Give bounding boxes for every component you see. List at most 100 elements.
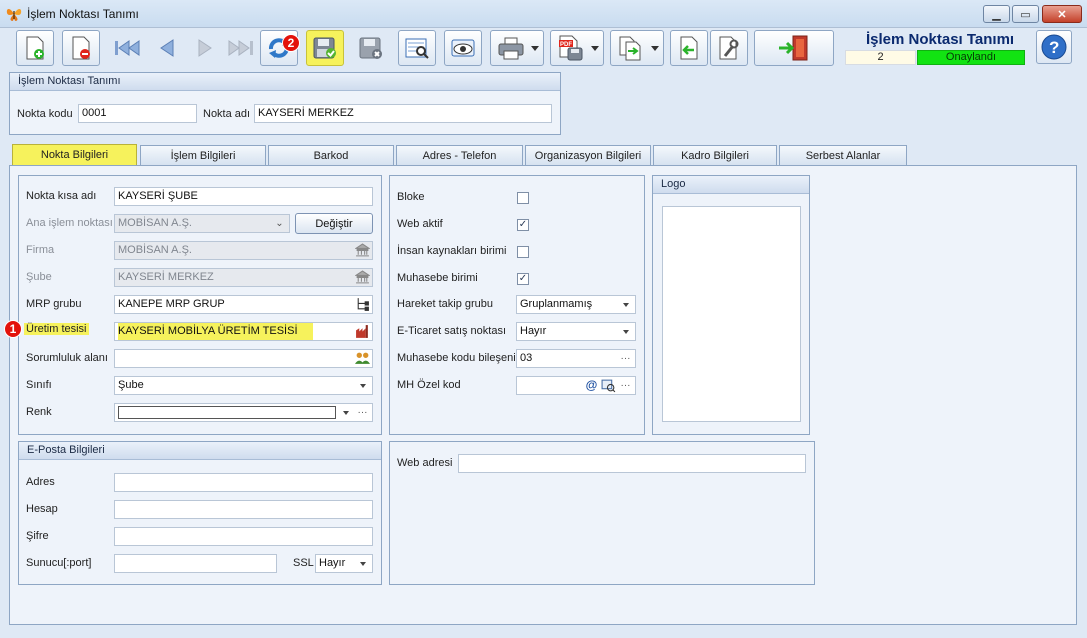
production-field[interactable]: KAYSERİ MOBİLYA ÜRETİM TESİSİ: [114, 322, 373, 341]
search-list-icon[interactable]: [601, 378, 616, 393]
settings-button[interactable]: [710, 30, 748, 66]
next-record-button[interactable]: [186, 30, 224, 66]
step-1-badge: 1: [4, 320, 22, 338]
email-account-label: Hesap: [26, 503, 58, 515]
ecommerce-label: E-Ticaret satış noktası: [397, 325, 507, 337]
last-record-icon: [228, 40, 253, 56]
point-code-label: Nokta kodu: [17, 108, 73, 120]
dropdown-arrow-icon: [355, 556, 370, 571]
email-address-field[interactable]: [114, 473, 373, 492]
tree-icon[interactable]: [355, 297, 370, 312]
web-active-checkbox[interactable]: ✓: [517, 219, 529, 231]
production-label: Üretim tesisi: [24, 323, 89, 335]
hr-unit-checkbox[interactable]: [517, 246, 529, 258]
close-button[interactable]: ✕: [1042, 5, 1082, 23]
web-address-label: Web adresi: [397, 457, 453, 469]
cancel-save-button[interactable]: [352, 30, 390, 66]
chevron-down-icon: [531, 46, 539, 51]
minimize-button[interactable]: ▁: [983, 5, 1010, 23]
accounting-code-field[interactable]: 03 ···: [516, 349, 636, 368]
title-bar: İşlem Noktası Tanımı ▁ ▭ ✕: [0, 0, 1087, 28]
more-icon[interactable]: ···: [355, 405, 370, 420]
change-button[interactable]: Değiştir: [295, 213, 373, 234]
tab-serbest-alanlar[interactable]: Serbest Alanlar: [779, 145, 907, 165]
dropdown-arrow-icon: [355, 378, 370, 393]
tab-kadro-bilgileri[interactable]: Kadro Bilgileri: [653, 145, 777, 165]
accounting-unit-checkbox[interactable]: ✓: [517, 273, 529, 285]
dropdown-arrow-icon: [618, 324, 633, 339]
movement-group-select[interactable]: Gruplanmamış: [516, 295, 636, 314]
users-icon[interactable]: [355, 351, 370, 366]
dropdown-arrow-icon[interactable]: [338, 405, 353, 420]
web-active-label: Web aktif: [397, 218, 443, 230]
minimize-icon: ▁: [992, 8, 1001, 21]
responsibility-field[interactable]: [114, 349, 373, 368]
mh-code-field[interactable]: @ ···: [516, 376, 636, 395]
step-2-badge: 2: [282, 34, 300, 52]
view-icon: [451, 39, 475, 57]
tab-barkod[interactable]: Barkod: [268, 145, 394, 165]
next-record-icon: [198, 39, 212, 57]
email-server-label: Sunucu[:port]: [26, 557, 92, 569]
exit-button[interactable]: [754, 30, 834, 66]
pdf-export-button[interactable]: PDF: [550, 30, 604, 66]
copy-icon: [619, 36, 641, 61]
bank-icon: [355, 243, 370, 257]
tab-adres-telefon[interactable]: Adres - Telefon: [396, 145, 523, 165]
print-icon: [498, 37, 524, 60]
accounting-unit-label: Muhasebe birimi: [397, 272, 478, 284]
status-badge: Onaylandı: [917, 50, 1025, 65]
cancel-save-icon: [359, 37, 382, 59]
view-button[interactable]: [444, 30, 482, 66]
main-point-label: Ana işlem noktası: [26, 217, 113, 229]
chevron-down-icon: [591, 46, 599, 51]
tab-islem-bilgileri[interactable]: İşlem Bilgileri: [140, 145, 266, 165]
checkmark-icon: ✓: [518, 273, 528, 284]
branch-field: KAYSERİ MERKEZ: [114, 268, 373, 287]
chevron-down-icon: [651, 46, 659, 51]
butterfly-app-icon: [6, 9, 22, 21]
more-icon[interactable]: ···: [618, 351, 633, 366]
back-button[interactable]: [670, 30, 708, 66]
web-address-field[interactable]: [458, 454, 806, 473]
point-name-field[interactable]: KAYSERİ MERKEZ: [254, 104, 552, 123]
exit-icon: [779, 35, 808, 61]
last-record-button[interactable]: [222, 30, 260, 66]
blocked-checkbox[interactable]: [517, 192, 529, 204]
color-picker[interactable]: ···: [114, 403, 373, 422]
point-code-field[interactable]: 0001: [78, 104, 197, 123]
short-name-label: Nokta kısa adı: [26, 190, 97, 202]
email-account-field[interactable]: [114, 500, 373, 519]
blocked-label: Bloke: [397, 191, 425, 203]
movement-group-value: Gruplanmamış: [520, 298, 593, 310]
help-button[interactable]: ?: [1036, 30, 1072, 64]
class-select[interactable]: Şube: [114, 376, 373, 395]
short-name-field[interactable]: KAYSERİ ŞUBE: [114, 187, 373, 206]
logo-image-area[interactable]: [662, 206, 801, 422]
email-password-field[interactable]: [114, 527, 373, 546]
maximize-button[interactable]: ▭: [1012, 5, 1039, 23]
settings-icon: [719, 36, 739, 60]
responsibility-label: Sorumluluk alanı: [26, 352, 108, 364]
previous-record-button[interactable]: [148, 30, 186, 66]
at-sign-icon[interactable]: @: [584, 378, 599, 393]
email-password-label: Şifre: [26, 530, 49, 542]
email-server-field[interactable]: [114, 554, 277, 573]
print-button[interactable]: [490, 30, 544, 66]
tab-nokta-bilgileri[interactable]: Nokta Bilgileri: [12, 144, 137, 165]
ssl-select[interactable]: Hayır: [315, 554, 373, 573]
svg-text:?: ?: [1049, 38, 1059, 57]
delete-button[interactable]: [62, 30, 100, 66]
save-button[interactable]: [306, 30, 344, 66]
preview-button[interactable]: [398, 30, 436, 66]
first-record-button[interactable]: [108, 30, 146, 66]
factory-icon[interactable]: [355, 324, 370, 339]
new-button[interactable]: [16, 30, 54, 66]
more-icon[interactable]: ···: [618, 378, 633, 393]
ecommerce-select[interactable]: Hayır: [516, 322, 636, 341]
back-icon: [680, 36, 698, 60]
mrp-group-field[interactable]: KANEPE MRP GRUP: [114, 295, 373, 314]
tab-organizasyon-bilgileri[interactable]: Organizasyon Bilgileri: [525, 145, 651, 165]
new-document-icon: [26, 36, 44, 60]
copy-button[interactable]: [610, 30, 664, 66]
